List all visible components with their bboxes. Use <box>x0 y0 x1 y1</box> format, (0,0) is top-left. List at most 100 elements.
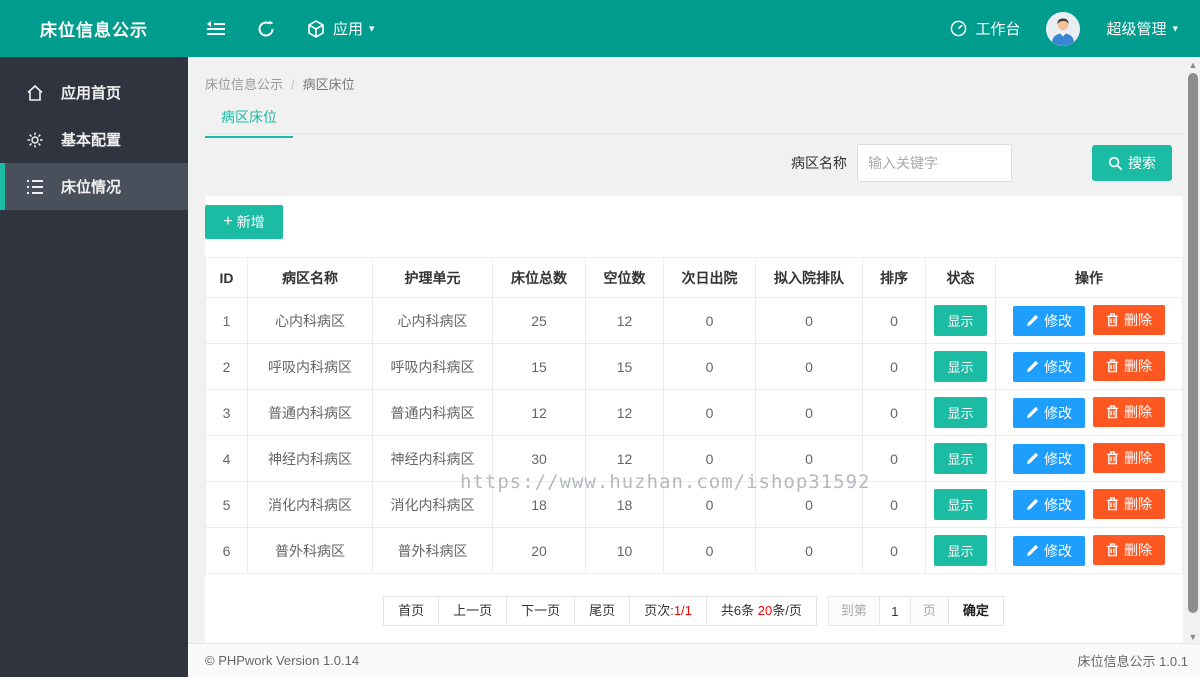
tab-ward-beds[interactable]: 病区床位 <box>205 107 293 138</box>
table-row: 1 心内科病区 心内科病区 25 12 0 0 0 显示 修改 删除 <box>205 297 1183 344</box>
cell-empty-beds: 12 <box>585 389 664 436</box>
goto-suffix: 页 <box>909 596 949 626</box>
delete-button[interactable]: 删除 <box>1093 397 1165 428</box>
edit-button[interactable]: 修改 <box>1013 443 1085 474</box>
scrollbar-thumb[interactable] <box>1188 73 1198 613</box>
sidebar-item-label: 应用首页 <box>61 85 122 102</box>
search-field-label: 病区名称 <box>791 155 847 171</box>
workbench-link[interactable]: 工作台 <box>947 18 1020 40</box>
app-menu[interactable]: 应用 ▾ <box>305 18 375 40</box>
plus-icon: + <box>223 213 233 230</box>
table-body: 1 心内科病区 心内科病区 25 12 0 0 0 显示 修改 删除 2 呼吸内… <box>205 297 1183 574</box>
cell-sort: 0 <box>862 435 926 482</box>
page-prev[interactable]: 上一页 <box>438 596 508 626</box>
chevron-down-icon: ▾ <box>369 23 375 35</box>
edit-button[interactable]: 修改 <box>1013 351 1085 382</box>
cell-empty-beds: 10 <box>585 527 664 574</box>
cell-actions: 修改 删除 <box>995 435 1183 482</box>
goto-confirm-button[interactable]: 确定 <box>947 596 1004 626</box>
delete-button[interactable]: 删除 <box>1093 351 1165 382</box>
cell-status: 显示 <box>925 343 996 390</box>
delete-button[interactable]: 删除 <box>1093 305 1165 336</box>
cell-empty-beds: 15 <box>585 343 664 390</box>
delete-button[interactable]: 删除 <box>1093 443 1165 474</box>
user-menu[interactable]: 超级管理 ▾ <box>1106 18 1178 39</box>
edit-button-label: 修改 <box>1044 358 1072 375</box>
table-header-row: ID 病区名称 护理单元 床位总数 空位数 次日出院 拟入院排队 排序 状态 操… <box>205 257 1183 298</box>
cell-actions: 修改 删除 <box>995 297 1183 344</box>
breadcrumb-current: 病区床位 <box>302 77 355 92</box>
col-total-beds: 床位总数 <box>492 257 586 298</box>
tab-bar: 病区床位 <box>205 107 1183 138</box>
status-badge[interactable]: 显示 <box>934 535 987 566</box>
sidebar-item-label: 基本配置 <box>61 132 122 149</box>
edit-button-label: 修改 <box>1044 542 1072 559</box>
cell-id: 5 <box>205 481 248 528</box>
cell-discharge-tomorrow: 0 <box>663 527 756 574</box>
edit-button-label: 修改 <box>1044 404 1072 421</box>
sidebar-item-home[interactable]: 应用首页 <box>0 69 188 116</box>
breadcrumb-root[interactable]: 床位信息公示 <box>205 77 283 92</box>
delete-button[interactable]: 删除 <box>1093 535 1165 566</box>
cell-id: 4 <box>205 435 248 482</box>
table-row: 4 神经内科病区 神经内科病区 30 12 0 0 0 显示 修改 删除 <box>205 435 1183 482</box>
collapse-sidebar-icon[interactable] <box>205 18 227 40</box>
cell-nursing-unit: 普通内科病区 <box>372 389 493 436</box>
gear-icon <box>25 130 45 150</box>
col-ward-name: 病区名称 <box>247 257 373 298</box>
search-button[interactable]: 搜索 <box>1092 145 1172 181</box>
page-next[interactable]: 下一页 <box>506 596 576 626</box>
status-badge[interactable]: 显示 <box>934 351 987 382</box>
table-card: + 新增 https://www.huzhan.com/ishop31592 I… <box>205 196 1183 648</box>
scroll-down-icon[interactable]: ▼ <box>1186 630 1200 644</box>
goto-page-input[interactable] <box>878 596 911 626</box>
cell-sort: 0 <box>862 527 926 574</box>
cell-discharge-tomorrow: 0 <box>663 343 756 390</box>
cell-total-beds: 20 <box>492 527 586 574</box>
sidebar-item-label: 床位情况 <box>61 179 122 196</box>
edit-button[interactable]: 修改 <box>1013 535 1085 566</box>
edit-button[interactable]: 修改 <box>1013 305 1085 336</box>
col-discharge-tomorrow: 次日出院 <box>663 257 756 298</box>
sidebar-item-beds[interactable]: 床位情况 <box>0 163 188 210</box>
page-first[interactable]: 首页 <box>383 596 440 626</box>
status-badge[interactable]: 显示 <box>934 443 987 474</box>
pencil-icon <box>1026 360 1039 373</box>
status-badge[interactable]: 显示 <box>934 489 987 520</box>
trash-icon <box>1106 359 1119 373</box>
edit-button-label: 修改 <box>1044 450 1072 467</box>
avatar[interactable] <box>1046 11 1081 46</box>
sidebar-item-config[interactable]: 基本配置 <box>0 116 188 163</box>
vertical-scrollbar[interactable]: ▲ ▼ <box>1186 57 1200 645</box>
edit-button[interactable]: 修改 <box>1013 397 1085 428</box>
status-badge[interactable]: 显示 <box>934 305 987 336</box>
search-input[interactable] <box>857 144 1012 182</box>
cell-nursing-unit: 普外科病区 <box>372 527 493 574</box>
topbar: 床位信息公示 应用 ▾ 工作台 超级管理 ▾ <box>0 0 1200 57</box>
status-badge[interactable]: 显示 <box>934 397 987 428</box>
cell-total-beds: 30 <box>492 435 586 482</box>
cell-status: 显示 <box>925 435 996 482</box>
cell-actions: 修改 删除 <box>995 527 1183 574</box>
cell-ward-name: 普通内科病区 <box>247 389 373 436</box>
scroll-up-icon[interactable]: ▲ <box>1186 58 1200 72</box>
col-actions: 操作 <box>995 257 1183 298</box>
page-last[interactable]: 尾页 <box>574 596 631 626</box>
delete-button-label: 删除 <box>1124 312 1152 329</box>
refresh-icon[interactable] <box>255 18 277 40</box>
edit-button[interactable]: 修改 <box>1013 489 1085 520</box>
cell-id: 6 <box>205 527 248 574</box>
col-status: 状态 <box>925 257 996 298</box>
col-empty-beds: 空位数 <box>585 257 664 298</box>
cell-admission-queue: 0 <box>755 343 863 390</box>
table-row: 5 消化内科病区 消化内科病区 18 18 0 0 0 显示 修改 删除 <box>205 481 1183 528</box>
delete-button[interactable]: 删除 <box>1093 489 1165 520</box>
add-button[interactable]: + 新增 <box>205 205 283 239</box>
page-goto-group: 到第 页 确定 <box>827 596 1004 626</box>
trash-icon <box>1106 313 1119 327</box>
cell-status: 显示 <box>925 297 996 344</box>
cell-ward-name: 消化内科病区 <box>247 481 373 528</box>
cell-sort: 0 <box>862 389 926 436</box>
home-icon <box>25 83 45 103</box>
edit-button-label: 修改 <box>1044 312 1072 329</box>
